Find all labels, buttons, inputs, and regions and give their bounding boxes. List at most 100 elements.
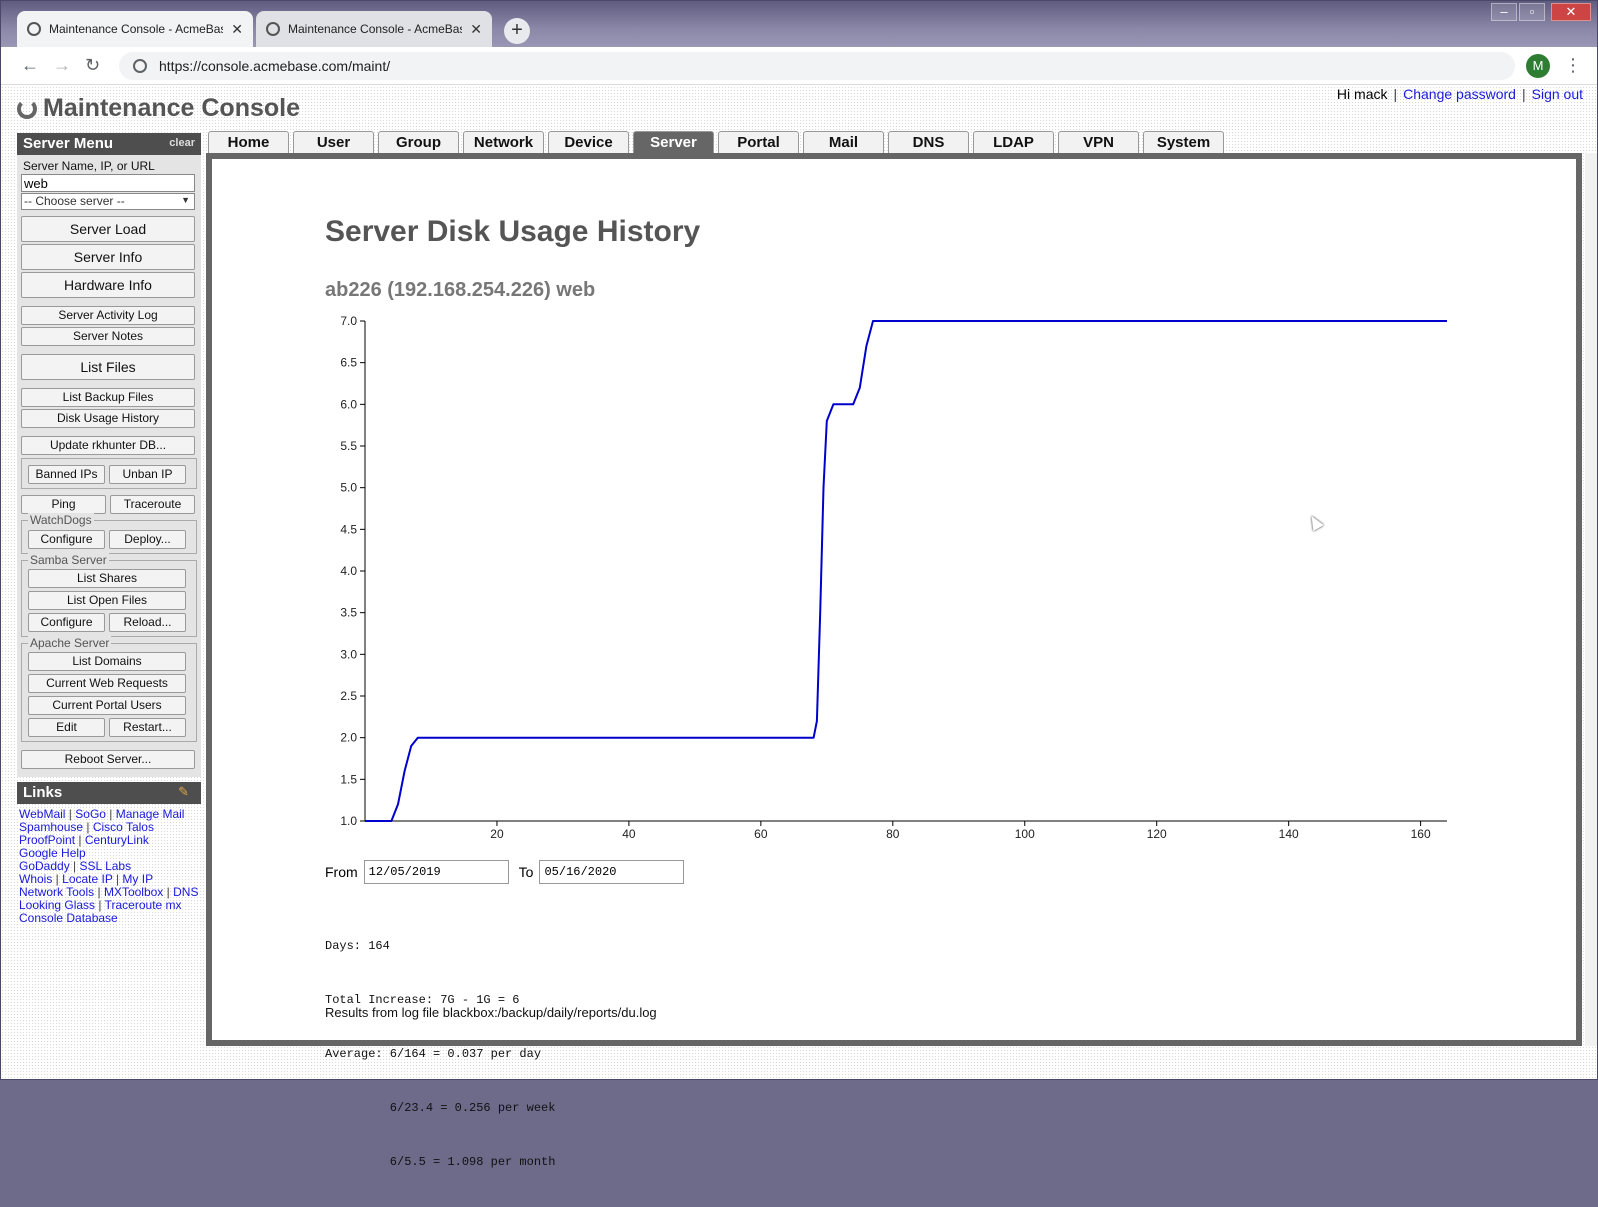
y-tick-label: 5.5 <box>340 439 357 453</box>
hardware-info-button[interactable]: Hardware Info <box>21 272 195 298</box>
list-files-button[interactable]: List Files <box>21 354 195 380</box>
link-my-ip[interactable]: My IP <box>122 872 153 886</box>
tab-system[interactable]: System <box>1143 131 1224 153</box>
title-bar: Maintenance Console - AcmeBas ✕ Maintena… <box>1 1 1597 47</box>
browser-tab-active[interactable]: Maintenance Console - AcmeBas ✕ <box>17 11 253 47</box>
minimize-icon[interactable]: – <box>1491 3 1517 21</box>
url-text: https://console.acmebase.com/maint/ <box>159 58 391 74</box>
tab-network[interactable]: Network <box>463 131 544 153</box>
x-tick-label: 100 <box>1015 827 1035 841</box>
choose-server-value: -- Choose server -- <box>24 194 125 208</box>
apache-restart-button[interactable]: Restart... <box>109 718 186 737</box>
site-info-icon[interactable] <box>133 59 147 73</box>
forward-icon[interactable]: → <box>53 55 71 76</box>
to-date-input[interactable]: 05/16/2020 <box>539 860 685 884</box>
tab-group[interactable]: Group <box>378 131 459 153</box>
change-password-link[interactable]: Change password <box>1403 86 1516 102</box>
apache-edit-button[interactable]: Edit <box>28 718 105 737</box>
link-whois[interactable]: Whois <box>19 872 52 886</box>
console-logo-icon <box>17 98 37 119</box>
page-scrollbar[interactable] <box>1585 153 1597 1046</box>
tab-ldap[interactable]: LDAP <box>973 131 1054 153</box>
x-tick-label: 40 <box>622 827 636 841</box>
choose-server-select[interactable]: -- Choose server -- ▼ <box>21 193 195 210</box>
list-shares-button[interactable]: List Shares <box>28 569 186 588</box>
y-tick-label: 1.5 <box>340 772 357 786</box>
address-bar[interactable]: https://console.acmebase.com/maint/ <box>119 52 1515 80</box>
server-field-label: Server Name, IP, or URL <box>23 159 155 173</box>
window-close-icon[interactable]: ✕ <box>1551 3 1591 21</box>
link-cisco-talos[interactable]: Cisco Talos <box>93 820 154 834</box>
new-tab-button[interactable]: + <box>504 18 530 44</box>
samba-configure-button[interactable]: Configure <box>28 613 105 632</box>
x-tick-label: 20 <box>490 827 504 841</box>
reload-icon[interactable]: ↻ <box>85 55 100 76</box>
y-tick-label: 5.0 <box>340 481 357 495</box>
server-load-button[interactable]: Server Load <box>21 216 195 242</box>
server-info-button[interactable]: Server Info <box>21 244 195 270</box>
server-notes-button[interactable]: Server Notes <box>21 327 195 346</box>
traceroute-button[interactable]: Traceroute <box>110 495 195 514</box>
tab-device[interactable]: Device <box>548 131 629 153</box>
link-google-help[interactable]: Google Help <box>19 846 86 860</box>
page-favicon-icon <box>266 22 280 36</box>
server-input[interactable] <box>21 174 195 192</box>
close-icon[interactable]: ✕ <box>470 21 482 38</box>
link-godaddy[interactable]: GoDaddy <box>19 859 70 873</box>
links-title: Links <box>23 784 63 801</box>
browser-tab-inactive[interactable]: Maintenance Console - AcmeBas ✕ <box>256 11 492 47</box>
maximize-icon[interactable]: ▫ <box>1519 3 1545 21</box>
watchdogs-deploy-button[interactable]: Deploy... <box>109 530 186 549</box>
stats-average-month: 6/5.5 = 1.098 per month <box>325 1155 556 1169</box>
tab-dns[interactable]: DNS <box>888 131 969 153</box>
link-network-tools[interactable]: Network Tools <box>19 885 94 899</box>
sign-out-link[interactable]: Sign out <box>1532 86 1583 102</box>
profile-avatar[interactable]: M <box>1526 54 1550 78</box>
server-menu-body: Server Name, IP, or URL -- Choose server… <box>17 155 201 777</box>
tab-portal[interactable]: Portal <box>718 131 799 153</box>
list-open-files-button[interactable]: List Open Files <box>28 591 186 610</box>
link-spamhouse[interactable]: Spamhouse <box>19 820 83 834</box>
current-portal-users-button[interactable]: Current Portal Users <box>28 696 186 715</box>
banned-ips-button[interactable]: Banned IPs <box>28 465 105 484</box>
tab-server[interactable]: Server <box>633 131 714 153</box>
list-domains-button[interactable]: List Domains <box>28 652 186 671</box>
browser-toolbar: ← → ↻ https://console.acmebase.com/maint… <box>1 47 1597 85</box>
link-traceroute-mx[interactable]: Traceroute mx <box>105 898 182 912</box>
browser-window: Maintenance Console - AcmeBas ✕ Maintena… <box>0 0 1598 1169</box>
apache-title: Apache Server <box>28 636 112 650</box>
disk-usage-history-button[interactable]: Disk Usage History <box>21 409 195 428</box>
link-manage-mail[interactable]: Manage Mail <box>116 807 185 821</box>
link-webmail[interactable]: WebMail <box>19 807 65 821</box>
greeting: Hi mack <box>1336 86 1388 102</box>
link-ssl-labs[interactable]: SSL Labs <box>80 859 132 873</box>
tab-user[interactable]: User <box>293 131 374 153</box>
update-rkhunter-button[interactable]: Update rkhunter DB... <box>21 436 195 455</box>
link-sogo[interactable]: SoGo <box>75 807 106 821</box>
link-mxtoolbox[interactable]: MXToolbox <box>104 885 163 899</box>
link-dns[interactable]: DNS <box>173 885 198 899</box>
tab-mail[interactable]: Mail <box>803 131 884 153</box>
current-web-requests-button[interactable]: Current Web Requests <box>28 674 186 693</box>
link-centurylink[interactable]: CenturyLink <box>85 833 149 847</box>
samba-group: Samba Server List Shares List Open Files… <box>21 553 197 637</box>
from-date-input[interactable]: 12/05/2019 <box>363 860 509 884</box>
server-activity-log-button[interactable]: Server Activity Log <box>21 306 195 325</box>
link-looking-glass[interactable]: Looking Glass <box>19 898 95 912</box>
list-backup-files-button[interactable]: List Backup Files <box>21 388 195 407</box>
link-console-database[interactable]: Console Database <box>19 911 118 925</box>
browser-menu-icon[interactable]: ⋮ <box>1564 55 1582 76</box>
back-icon[interactable]: ← <box>21 55 39 76</box>
watchdogs-configure-button[interactable]: Configure <box>28 530 105 549</box>
tab-home[interactable]: Home <box>208 131 289 153</box>
clear-link[interactable]: clear <box>169 137 195 149</box>
reboot-server-button[interactable]: Reboot Server... <box>21 750 195 769</box>
close-icon[interactable]: ✕ <box>231 21 243 38</box>
unban-ip-button[interactable]: Unban IP <box>109 465 186 484</box>
link-locate-ip[interactable]: Locate IP <box>62 872 112 886</box>
edit-pencil-icon[interactable]: ✎ <box>178 784 189 800</box>
samba-reload-button[interactable]: Reload... <box>109 613 186 632</box>
ping-button[interactable]: Ping <box>21 495 106 514</box>
link-proofpoint[interactable]: ProofPoint <box>19 833 75 847</box>
tab-vpn[interactable]: VPN <box>1058 131 1139 153</box>
